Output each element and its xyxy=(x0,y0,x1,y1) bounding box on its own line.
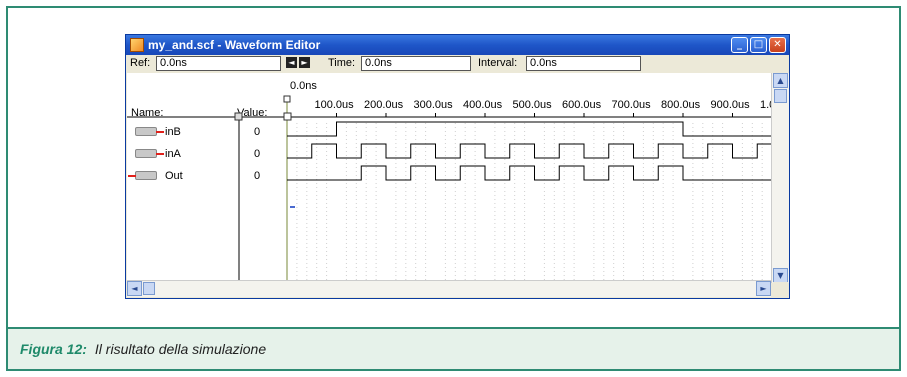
time-tick-label: 800.0us xyxy=(661,99,701,111)
insert-marker xyxy=(290,206,295,208)
resize-grip-icon[interactable] xyxy=(773,282,788,297)
waveforms xyxy=(287,121,772,181)
ref-field[interactable]: 0.0ns xyxy=(156,56,281,71)
nav-left-button[interactable]: ◄ xyxy=(286,57,297,68)
title-bar[interactable]: my_and.scf - Waveform Editor _ □ ✕ xyxy=(126,35,789,55)
time-tick-label: 100.0us xyxy=(315,99,355,111)
scroll-right-icon[interactable]: ► xyxy=(756,281,771,296)
waveform-pane: Name: Value: inB 0 inA 0 Out 0 0.0ns 100… xyxy=(127,73,772,283)
time-tick-label: 600.0us xyxy=(562,99,602,111)
time-tick-label: 200.0us xyxy=(364,99,404,111)
cursor-time-label: 0.0ns xyxy=(290,80,317,92)
interval-label: Interval: xyxy=(478,57,518,69)
nav-right-button[interactable]: ► xyxy=(299,57,310,68)
horizontal-scroll-thumb[interactable] xyxy=(143,282,155,295)
interval-field[interactable]: 0.0ns xyxy=(526,56,641,71)
ref-label: Ref: xyxy=(130,57,151,69)
vertical-scroll-thumb[interactable] xyxy=(774,89,787,103)
caption-text: Il risultato della simulazione xyxy=(94,341,267,357)
time-tick-label: 700.0us xyxy=(612,99,652,111)
scroll-up-icon[interactable]: ▲ xyxy=(773,73,788,88)
time-tick-label: 400.0us xyxy=(463,99,503,111)
horizontal-scrollbar[interactable]: ◄ ► xyxy=(127,280,771,297)
waveform-inB xyxy=(287,121,772,137)
waveform-editor-window: my_and.scf - Waveform Editor _ □ ✕ Ref: … xyxy=(125,34,790,299)
time-tick-label: 300.0us xyxy=(414,99,454,111)
time-ruler: 100.0us 200.0us 300.0us 400.0us 500.0us 600.0… xyxy=(296,99,772,283)
scroll-down-icon[interactable]: ▼ xyxy=(773,268,788,283)
waveform-inA xyxy=(287,143,772,159)
window-title: my_and.scf - Waveform Editor xyxy=(148,38,321,52)
value-column-handle[interactable] xyxy=(234,112,243,121)
cursor-handle-bottom[interactable] xyxy=(283,112,292,121)
app-icon xyxy=(130,38,144,52)
scroll-left-icon[interactable]: ◄ xyxy=(127,281,142,296)
time-tick-label: 500.0us xyxy=(513,99,553,111)
toolbar: Ref: 0.0ns ◄ ► Time: 0.0ns Interval: 0.0… xyxy=(126,55,789,73)
figure-caption: Figura 12: Il risultato della simulazion… xyxy=(8,327,899,369)
close-button[interactable]: ✕ xyxy=(769,37,786,53)
time-field[interactable]: 0.0ns xyxy=(361,56,471,71)
waveform-Out xyxy=(287,165,772,181)
maximize-button[interactable]: □ xyxy=(750,37,767,53)
vertical-scrollbar[interactable]: ▲ ▼ xyxy=(771,73,789,283)
cursor-handle-top[interactable] xyxy=(283,95,291,103)
time-tick-label: 900.0us xyxy=(711,99,751,111)
time-label: Time: xyxy=(328,57,356,69)
figure-frame: my_and.scf - Waveform Editor _ □ ✕ Ref: … xyxy=(6,6,901,371)
waveform-canvas[interactable]: 0.0ns 100.0us 200.0us 300.0us 400.0us 500.0u… xyxy=(127,73,772,283)
caption-label: Figura 12: xyxy=(20,341,87,357)
minimize-button[interactable]: _ xyxy=(731,37,748,53)
